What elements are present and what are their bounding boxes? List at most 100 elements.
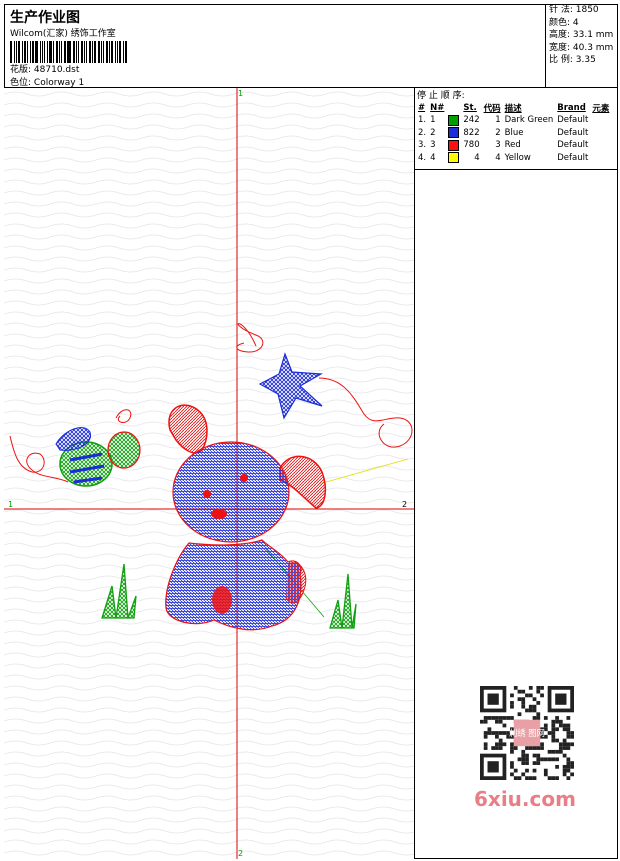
qr-module: [513, 776, 518, 780]
qr-module: [566, 746, 571, 750]
design-file: 48710.dst: [33, 65, 80, 75]
barcode-bar: [32, 41, 34, 63]
qr-module: [536, 689, 541, 694]
qr-module: [483, 734, 488, 739]
qr-module: [498, 731, 503, 735]
color-swatch: [448, 139, 460, 151]
embroidery-preview: 1 2 1 2: [4, 88, 414, 859]
qr-module: [517, 689, 522, 694]
qr-module: [543, 723, 548, 728]
qr-module: [551, 723, 556, 728]
qr-module: [510, 761, 514, 765]
qr-module: [543, 757, 548, 762]
sheet-title: 生产作业图: [10, 10, 80, 26]
col-description: 描述: [504, 104, 522, 114]
qr-module: [487, 716, 492, 720]
qr-module: [551, 757, 556, 762]
barcode-bar: [88, 41, 92, 63]
qr-module: [551, 719, 556, 724]
row-code: 1: [495, 115, 501, 126]
row-stitches: 4: [474, 152, 480, 163]
stats-panel: 针 法: 1850 颜色: 4 高度: 33.1 mm 宽度: 40.3 mm …: [545, 4, 618, 88]
barcode-bar: [123, 41, 125, 63]
qr-module: [528, 708, 533, 713]
row-brand: Default: [557, 127, 589, 138]
barcode-bar: [13, 41, 15, 63]
sheet-header: 生产作业图 Wilcom(汇家) 绣饰工作室 花版: 48710.dst 色位:…: [4, 4, 618, 88]
col-needle: N#: [430, 103, 445, 113]
barcode-bar: [68, 41, 72, 63]
qr-module: [566, 723, 571, 728]
qr-module: [532, 761, 537, 765]
qr-module: [536, 757, 541, 762]
qr-module: [495, 716, 499, 720]
qr-module: [562, 772, 567, 777]
row-index: 3.: [418, 140, 427, 151]
qr-module: [566, 727, 571, 732]
row-element: [590, 127, 611, 140]
qr-module: [536, 761, 541, 765]
row-swatch: [446, 152, 461, 165]
row-brand: Default: [557, 140, 589, 151]
barcode-bar: [108, 41, 110, 63]
qr-module: [521, 689, 526, 694]
qr-module: [566, 764, 571, 769]
row-code: 2: [495, 127, 501, 138]
qr-module: [517, 712, 522, 717]
qr-module: [517, 697, 522, 702]
qr-module: [532, 704, 537, 709]
qr-module: [510, 746, 514, 750]
qr-module: [495, 742, 499, 747]
qr-module: [543, 716, 548, 720]
barcode-bar: [73, 41, 76, 63]
barcode-bar: [80, 41, 83, 63]
dog-eye-left: [203, 490, 211, 498]
row-description: Yellow: [504, 152, 531, 163]
qr-module: [491, 731, 496, 735]
qr-module: [498, 746, 503, 750]
qr-module: [558, 746, 563, 750]
qr-module: [555, 693, 567, 705]
barcode-bar: [30, 41, 32, 63]
row-needle: 2: [430, 127, 436, 138]
row-code: 3: [495, 140, 501, 151]
qr-module: [558, 749, 563, 754]
qr-module: [521, 697, 526, 702]
row-swatch: [446, 139, 461, 152]
qr-module: [562, 746, 567, 750]
qr-module: [566, 734, 571, 739]
qr-module: [551, 776, 556, 780]
row-description: Blue: [504, 127, 524, 138]
barcode-bar: [34, 41, 38, 63]
qr-module: [525, 776, 529, 780]
barcode-bar: [125, 41, 127, 63]
qr-module: [513, 746, 518, 750]
qr-module: [480, 719, 484, 724]
design-canvas: 1 2 1 2: [4, 88, 415, 859]
stat-colors: 颜色: 4: [549, 17, 579, 28]
qr-module: [513, 768, 518, 773]
qr-module: [543, 768, 548, 773]
qr-module: [540, 746, 544, 750]
color-swatch: [448, 127, 460, 139]
qr-module: [483, 742, 488, 747]
qr-module: [498, 742, 503, 747]
qr-module: [502, 742, 507, 747]
axis-label-right: 2: [402, 500, 407, 509]
watermark-qr: 刺绣 图网 6xiu.com: [471, 681, 583, 817]
col-code: 代码: [483, 104, 501, 114]
qr-module: [558, 742, 563, 747]
qr-module: [502, 731, 507, 735]
axis-label-left: 1: [8, 500, 13, 509]
row-element: [590, 114, 611, 127]
qr-module: [555, 738, 559, 743]
row-needle: 4: [430, 152, 436, 163]
qr-module: [510, 764, 514, 769]
qr-module: [528, 776, 533, 780]
row-needle: 3: [430, 140, 436, 151]
col-brand: Brand: [557, 103, 586, 113]
qr-module: [555, 757, 559, 762]
qr-module: [570, 772, 574, 777]
qr-module: [498, 719, 503, 724]
qr-module: [562, 768, 567, 773]
